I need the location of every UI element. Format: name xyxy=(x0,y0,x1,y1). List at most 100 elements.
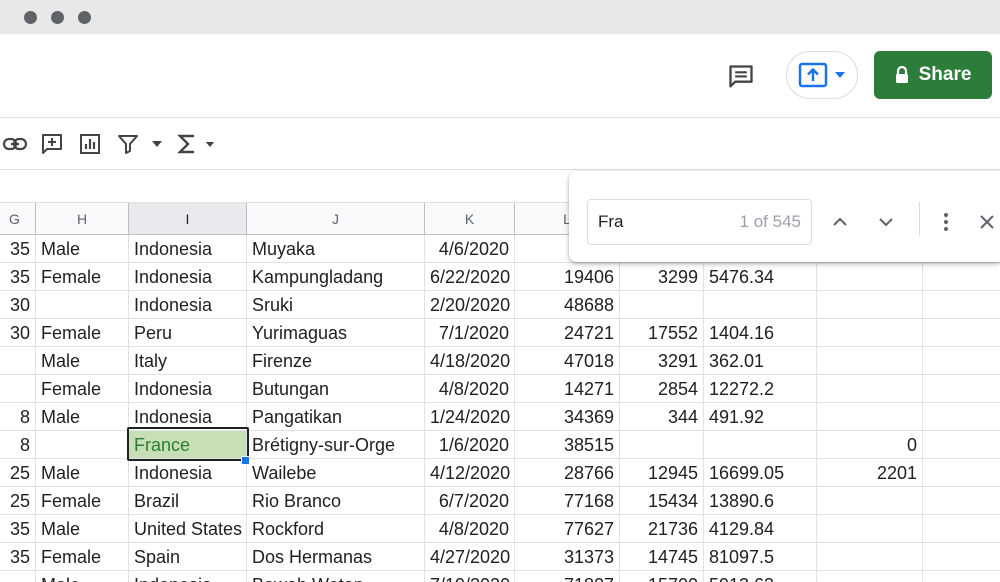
grid-cell[interactable]: Indonesia xyxy=(129,459,247,487)
window-maximize-dot[interactable] xyxy=(78,11,91,24)
grid-cell[interactable]: 35 xyxy=(0,235,36,263)
grid-cell[interactable]: Italy xyxy=(129,347,247,375)
grid-cell[interactable]: 1/24/2020 xyxy=(425,403,515,431)
grid-cell[interactable] xyxy=(923,291,1000,319)
grid-cell[interactable]: 1404.16 xyxy=(704,319,817,347)
grid-cell[interactable]: 35 xyxy=(0,515,36,543)
grid-cell[interactable]: 25 xyxy=(0,487,36,515)
grid-cell[interactable]: 35 xyxy=(0,543,36,571)
grid-cell[interactable]: 47018 xyxy=(515,347,620,375)
grid-cell[interactable]: 31373 xyxy=(515,543,620,571)
grid-cell[interactable]: Spain xyxy=(129,543,247,571)
grid-cell[interactable]: 4/6/2020 xyxy=(425,235,515,263)
grid-cell[interactable]: Male xyxy=(36,347,129,375)
window-minimize-dot[interactable] xyxy=(51,11,64,24)
grid-cell[interactable]: Kampungladang xyxy=(247,263,425,291)
grid-cell[interactable] xyxy=(817,319,923,347)
grid-cell[interactable]: 4/8/2020 xyxy=(425,515,515,543)
grid-cell[interactable]: 16699.05 xyxy=(704,459,817,487)
grid-cell[interactable] xyxy=(817,291,923,319)
grid-cell[interactable]: 344 xyxy=(620,403,704,431)
grid-cell[interactable]: 491.92 xyxy=(704,403,817,431)
filter-button[interactable] xyxy=(117,132,139,156)
grid-cell[interactable] xyxy=(817,543,923,571)
grid-cell[interactable]: 38515 xyxy=(515,431,620,459)
comments-button[interactable] xyxy=(722,58,760,96)
insert-link-button[interactable] xyxy=(2,132,28,156)
grid-cell[interactable]: 8 xyxy=(0,431,36,459)
grid-cell[interactable]: 15434 xyxy=(620,487,704,515)
grid-cell[interactable]: Rockford xyxy=(247,515,425,543)
grid-cell[interactable]: Female xyxy=(36,543,129,571)
column-header[interactable]: J xyxy=(247,203,425,235)
grid-cell[interactable]: 4/27/2020 xyxy=(425,543,515,571)
grid-cell[interactable]: 28766 xyxy=(515,459,620,487)
grid-cell[interactable]: 17552 xyxy=(620,319,704,347)
grid-cell[interactable]: Indonesia xyxy=(129,291,247,319)
grid-cell[interactable] xyxy=(923,515,1000,543)
grid-cell[interactable]: 5913.63 xyxy=(704,571,817,582)
grid-cell[interactable]: 19406 xyxy=(515,263,620,291)
grid-cell[interactable] xyxy=(923,403,1000,431)
grid-cell[interactable] xyxy=(817,571,923,582)
grid-cell[interactable]: 71807 xyxy=(515,571,620,582)
grid-cell[interactable]: Female xyxy=(36,375,129,403)
column-header[interactable]: K xyxy=(425,203,515,235)
grid-cell[interactable]: Male xyxy=(36,571,129,582)
find-input[interactable] xyxy=(598,212,708,232)
grid-cell[interactable]: 77168 xyxy=(515,487,620,515)
grid-cell[interactable]: Pangatikan xyxy=(247,403,425,431)
insert-chart-button[interactable] xyxy=(79,132,101,156)
grid-cell[interactable]: France xyxy=(129,431,247,459)
find-close-button[interactable] xyxy=(972,207,1000,237)
grid-cell[interactable]: 362.01 xyxy=(704,347,817,375)
grid-cell[interactable]: 12272.2 xyxy=(704,375,817,403)
grid-cell[interactable]: 4/18/2020 xyxy=(425,347,515,375)
grid-cell[interactable]: Indonesia xyxy=(129,375,247,403)
grid-cell[interactable]: Bawah Wetan xyxy=(247,571,425,582)
grid-cell[interactable]: 34369 xyxy=(515,403,620,431)
functions-dropdown[interactable] xyxy=(205,132,215,156)
grid-cell[interactable]: Yurimaguas xyxy=(247,319,425,347)
grid-cell[interactable]: Indonesia xyxy=(129,403,247,431)
grid-cell[interactable]: 21736 xyxy=(620,515,704,543)
column-header[interactable]: I xyxy=(129,203,247,235)
grid-cell[interactable]: Rio Branco xyxy=(247,487,425,515)
grid-cell[interactable] xyxy=(923,487,1000,515)
grid-cell[interactable] xyxy=(817,515,923,543)
grid-cell[interactable]: 15700 xyxy=(620,571,704,582)
grid-cell[interactable]: Sruki xyxy=(247,291,425,319)
grid-cell[interactable]: 3299 xyxy=(620,263,704,291)
grid-cell[interactable]: 1/6/2020 xyxy=(425,431,515,459)
grid-cell[interactable]: 7/1/2020 xyxy=(425,319,515,347)
grid-cell[interactable]: 4/12/2020 xyxy=(425,459,515,487)
grid-cell[interactable] xyxy=(923,375,1000,403)
grid-cell[interactable]: 2201 xyxy=(817,459,923,487)
grid-cell[interactable]: 6/7/2020 xyxy=(425,487,515,515)
grid-cell[interactable]: Muyaka xyxy=(247,235,425,263)
grid-cell[interactable]: 30 xyxy=(0,319,36,347)
filter-dropdown[interactable] xyxy=(151,132,163,156)
grid-cell[interactable]: 2854 xyxy=(620,375,704,403)
grid-cell[interactable] xyxy=(923,319,1000,347)
grid-cell[interactable]: 48688 xyxy=(515,291,620,319)
grid-cell[interactable]: 24721 xyxy=(515,319,620,347)
grid-cell[interactable]: 8 xyxy=(0,403,36,431)
grid-cell[interactable]: 2/20/2020 xyxy=(425,291,515,319)
grid-cell[interactable]: 35 xyxy=(0,263,36,291)
grid-cell[interactable] xyxy=(0,347,36,375)
grid-cell[interactable]: Female xyxy=(36,263,129,291)
grid-cell[interactable]: 4129.84 xyxy=(704,515,817,543)
grid-cell[interactable] xyxy=(704,431,817,459)
find-more-options-button[interactable] xyxy=(931,207,961,237)
grid-cell[interactable]: Male xyxy=(36,403,129,431)
grid-cell[interactable] xyxy=(923,347,1000,375)
grid-cell[interactable]: Male xyxy=(36,235,129,263)
grid-cell[interactable]: 7/19/2020 xyxy=(425,571,515,582)
grid-cell[interactable] xyxy=(817,347,923,375)
grid-cell[interactable]: 14271 xyxy=(515,375,620,403)
column-header[interactable]: G xyxy=(0,203,36,235)
grid-cell[interactable]: Male xyxy=(36,515,129,543)
grid-cell[interactable] xyxy=(923,571,1000,582)
grid-cell[interactable]: Firenze xyxy=(247,347,425,375)
